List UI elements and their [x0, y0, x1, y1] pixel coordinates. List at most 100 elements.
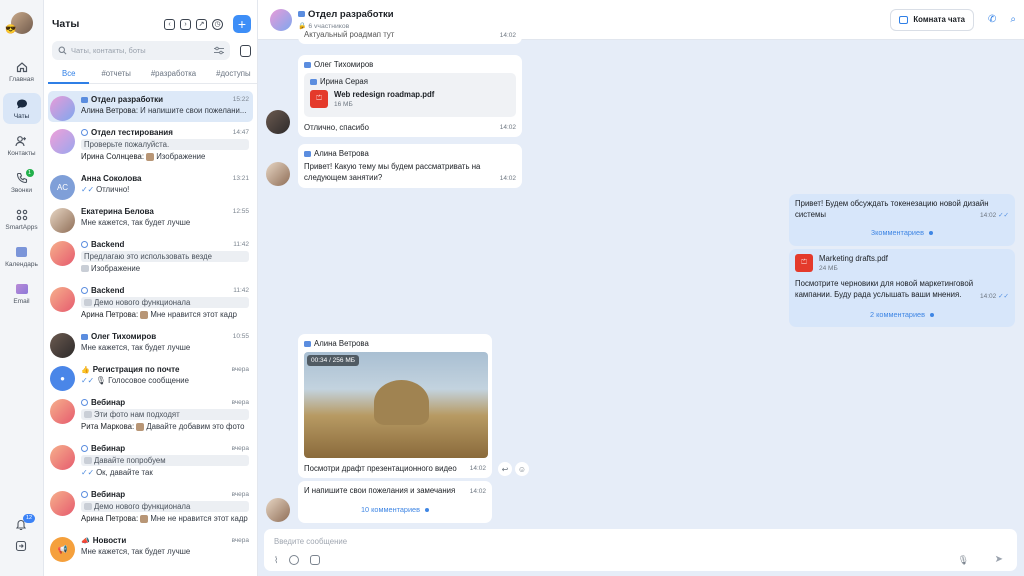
nav-label: SmartApps	[5, 224, 38, 231]
search-icon[interactable]: ⌕	[1010, 14, 1016, 25]
new-chat-button[interactable]: +	[233, 15, 251, 33]
sticker-icon[interactable]	[310, 555, 321, 565]
nav-rail: 😎 Главная Чаты Контакты 1 Звонки SmartAp…	[0, 0, 44, 576]
message-text-line: следующем занятии?	[304, 172, 383, 182]
nav-label: Чаты	[13, 113, 30, 120]
message-bubble[interactable]: Алина Ветрова Привет! Какую тему мы буде…	[298, 144, 522, 188]
group-avatar	[50, 96, 75, 121]
nav-smartapps[interactable]: SmartApps	[3, 204, 41, 235]
unread-dot	[424, 507, 429, 512]
file-name: Marketing drafts.pdf	[819, 254, 888, 263]
group-avatar	[50, 129, 75, 154]
chat-row[interactable]: Отдел тестирования 14:47 Проверьте пожалу…	[48, 124, 253, 168]
last-author: Арина Петрова:	[81, 310, 139, 319]
quoted-message: Проверьте пожалуйста.	[81, 139, 249, 150]
phone-icon[interactable]: ✆	[988, 14, 996, 25]
sender-avatar[interactable]	[266, 498, 290, 522]
chat-avatar[interactable]	[270, 8, 292, 31]
video-room-icon	[899, 15, 909, 24]
chat-row[interactable]: Вебинар вчера Демо нового функционала Ари…	[48, 486, 253, 530]
contacts-icon	[14, 134, 30, 148]
nav-calls[interactable]: 1 Звонки	[3, 167, 41, 198]
back-icon[interactable]: ‹	[164, 18, 175, 30]
message-composer: ⌇ 🎙 ➤	[264, 529, 1017, 571]
group-avatar	[50, 241, 75, 266]
message-bubble[interactable]: Актуальный роадмап тут 14:02	[298, 28, 522, 44]
last-message: Мне кажется, так будет лучше	[81, 547, 191, 556]
message-input[interactable]	[274, 537, 874, 546]
search-input[interactable]	[71, 46, 214, 55]
message-bubble-outgoing[interactable]: Привет! Будем обсуждать токенезацию ново…	[789, 194, 1015, 246]
notifications-button[interactable]: 12	[15, 514, 36, 533]
video-preview[interactable]: 00:34 / 256 МБ	[304, 352, 488, 458]
message-bubble[interactable]: И напишите свои пожелания и замечания 14…	[298, 481, 492, 523]
image-thumb	[146, 152, 155, 161]
nav-contacts[interactable]: Контакты	[3, 130, 41, 161]
mic-icon: 🎙	[96, 376, 106, 385]
chat-time: вчера	[231, 537, 249, 544]
forwarded-file[interactable]: Ирина Серая ⏍ Web redesign roadmap.pdf 16…	[304, 73, 516, 117]
attach-icon[interactable]: ⌇	[274, 555, 278, 566]
chat-room-button[interactable]: Комната чата	[890, 8, 974, 31]
group-avatar	[50, 399, 75, 424]
comments-link[interactable]: 3комментариев	[795, 228, 1009, 237]
chat-row[interactable]: Backend 11:42 Демо нового функционала Ари…	[48, 282, 253, 326]
expand-icon[interactable]: ↗	[196, 18, 207, 30]
chat-row[interactable]: ● 👍 Регистрация по почте вчера ✓✓ 🎙 Голосов…	[48, 361, 253, 392]
nav-label: Email	[13, 298, 30, 305]
chat-row[interactable]: Екатерина Белова 12:55 Мне кажется, так б…	[48, 203, 253, 234]
chat-row[interactable]: Backend 11:42 Предлагаю это использовать …	[48, 236, 253, 280]
logout-button[interactable]	[15, 540, 27, 554]
tab-all[interactable]: Все	[48, 66, 90, 84]
video-duration-badge: 00:34 / 256 МБ	[307, 355, 360, 366]
sender-avatar[interactable]	[266, 110, 290, 134]
nav-calendar[interactable]: Календарь	[3, 241, 41, 272]
image-thumb	[136, 422, 145, 431]
message-time: 14:02 ✓✓	[980, 212, 1009, 219]
chat-row[interactable]: 📢 📣 Новости вчера Мне кажется, так будет л…	[48, 532, 253, 563]
send-icon[interactable]: ➤	[995, 554, 1003, 565]
chat-name: Анна Соколова	[81, 174, 142, 183]
emoji-icon[interactable]	[289, 555, 300, 565]
history-icon[interactable]: ◷	[212, 18, 223, 30]
last-author: Рита Маркова:	[81, 422, 135, 431]
tab-development[interactable]: #разработка	[143, 66, 204, 84]
search-box[interactable]	[52, 41, 230, 60]
reply-icon[interactable]: ↩	[498, 462, 512, 476]
nav-email[interactable]: Email	[3, 278, 41, 309]
sliders-icon[interactable]	[214, 46, 224, 55]
last-author: Алина Ветрова:	[81, 106, 138, 115]
sender-avatar[interactable]	[266, 162, 290, 186]
nav-chats[interactable]: Чаты	[2, 93, 41, 124]
file-name: Web redesign roadmap.pdf	[334, 90, 435, 99]
chat-row[interactable]: Олег Тихомиров 10:55 Мне кажется, так буд…	[48, 328, 253, 359]
video-thumb	[84, 503, 92, 511]
pdf-icon: ⏍	[795, 254, 813, 272]
chat-name: Олег Тихомиров	[91, 332, 157, 341]
compose-icon[interactable]	[240, 44, 251, 57]
chat-row[interactable]: Вебинар вчера Эти фото нам подходят Рита …	[48, 394, 253, 438]
forward-icon[interactable]: ›	[180, 18, 191, 30]
message-bubble[interactable]: Олег Тихомиров Ирина Серая ⏍ Web redesig…	[298, 55, 522, 137]
message-time: 14:02 ✓✓	[980, 293, 1009, 300]
apps-grid-icon	[14, 208, 30, 222]
comments-link[interactable]: 10 комментариев	[304, 505, 486, 514]
message-bubble[interactable]: Алина Ветрова 00:34 / 256 МБ Посмотри др…	[298, 334, 492, 478]
message-bubble-outgoing[interactable]: ⏍ Marketing drafts.pdf 24 МБ Посмотрите ч…	[789, 249, 1015, 327]
contact-avatar	[50, 333, 75, 358]
microphone-icon[interactable]: 🎙	[958, 555, 969, 566]
comments-link[interactable]: 2 комментариев	[795, 310, 1009, 319]
chat-row[interactable]: Отдел разработки 15:22 Алина Ветрова: И н…	[48, 91, 253, 122]
last-message: Мне нравится этот кадр	[150, 310, 237, 319]
tab-reports[interactable]: #отчеты	[93, 66, 138, 84]
file-attachment[interactable]: ⏍ Marketing drafts.pdf 24 МБ	[795, 254, 1009, 272]
chat-row[interactable]: Вебинар вчера Давайте попробуем ✓✓ Ок, дав…	[48, 440, 253, 484]
group-icon	[298, 11, 305, 18]
tab-access[interactable]: #доступы	[208, 66, 257, 84]
chat-time: 12:55	[232, 208, 249, 215]
emoji-reaction-icon[interactable]: ☺	[515, 462, 529, 476]
unread-dot	[928, 231, 933, 236]
nav-home[interactable]: Главная	[3, 56, 41, 87]
last-message: И напишите свои пожелани...	[140, 106, 247, 115]
chat-row[interactable]: AC Анна Соколова 13:21 ✓✓ Отлично!	[48, 170, 253, 201]
